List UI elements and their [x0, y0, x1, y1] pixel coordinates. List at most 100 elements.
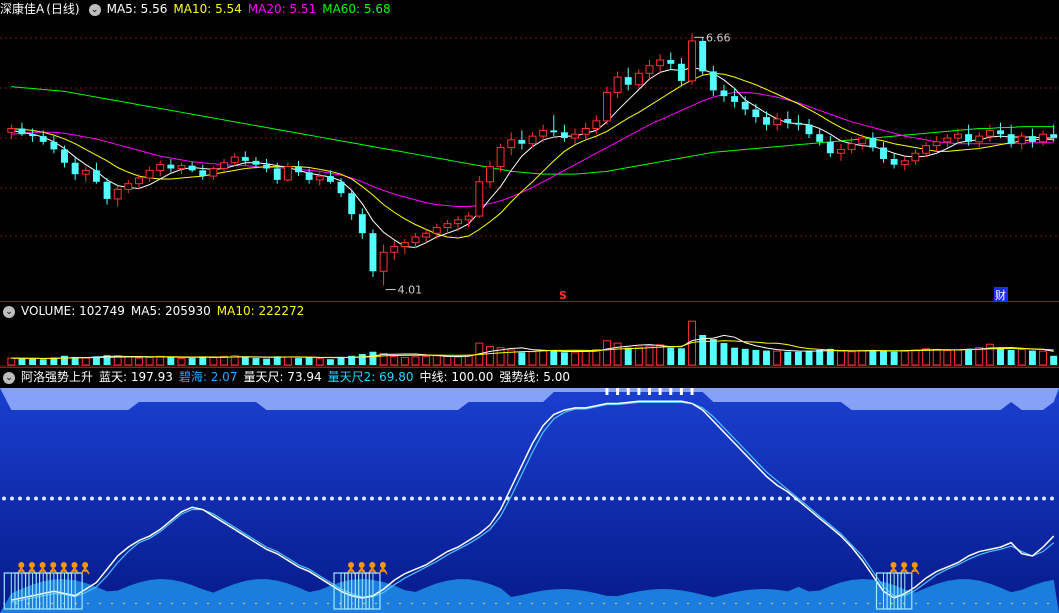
candle-body — [61, 149, 68, 163]
zhongxian-dot — [690, 496, 694, 501]
zhongxian-dot — [50, 496, 54, 501]
volume-bar — [156, 355, 165, 366]
volume-bar — [400, 357, 409, 366]
candle-body — [773, 118, 782, 126]
qiangshixian-dot — [375, 602, 377, 605]
volume-bar — [709, 339, 717, 365]
qiangshixian-dot — [1011, 602, 1013, 605]
qiangshixian-dot — [279, 602, 281, 605]
volume-bar — [816, 350, 824, 365]
stock-name[interactable]: 深康佳A — [0, 2, 44, 16]
zhongxian-dot — [858, 496, 862, 501]
zhongxian-dot — [994, 496, 998, 501]
zhongxian-dot — [426, 496, 430, 501]
zhongxian-dot — [1034, 496, 1038, 501]
qiangshixian-dot — [111, 602, 113, 605]
candle-body — [358, 214, 366, 234]
qiangshixian-dot — [519, 602, 521, 605]
qiangshixian-dot — [951, 602, 953, 605]
zhongxian-dot — [42, 496, 46, 501]
candle-body — [209, 167, 218, 177]
qiangshixian-dot — [255, 602, 257, 605]
qiangshixian-dot — [315, 602, 317, 605]
volume-pane[interactable]: ⌄ VOLUME: 102749 MA5: 205930 MA10: 222272 — [0, 302, 1059, 368]
ma20-value: MA20: 5.51 — [247, 2, 317, 16]
candle-body — [400, 242, 409, 248]
zhongxian-dot — [866, 496, 870, 501]
runner-icon — [911, 562, 918, 568]
indicator-name[interactable]: 阿洛强势上升 — [21, 370, 93, 384]
indicator-chart[interactable] — [0, 368, 1059, 613]
candle-body — [443, 223, 452, 228]
volume-bar — [369, 351, 377, 365]
zhongxian-dot — [778, 496, 782, 501]
zhongxian-dot — [226, 496, 230, 501]
zhongxian-dot — [578, 496, 582, 501]
volume-bar — [199, 356, 207, 365]
indicator-pane[interactable]: ⌄ 阿洛强势上升 蓝天: 197.93 碧海: 2.07 量天尺: 73.94 量天尺2:… — [0, 368, 1059, 613]
zhongxian-dot — [370, 496, 374, 501]
volume-bar — [592, 348, 601, 366]
qiangshixian-dot — [627, 602, 629, 605]
candle-body — [454, 219, 463, 225]
candle-body — [145, 169, 154, 179]
candle-body — [847, 143, 856, 150]
zhongxian-dot — [714, 496, 718, 501]
zhongxian-dot — [394, 496, 398, 501]
candle-body — [220, 162, 229, 169]
volume-bar — [634, 346, 643, 366]
volume-bar — [826, 348, 834, 365]
candle-body — [539, 129, 548, 137]
price-pane[interactable]: 6.66 4.01 S 财 深康佳A (日线) ⌄ MA5: 5.56 MA10: 5.54 M… — [0, 0, 1059, 302]
zhongxian-dot — [562, 496, 566, 501]
volume-bar — [1017, 348, 1026, 366]
zhongxian-dot — [834, 496, 838, 501]
volume-bar — [953, 349, 962, 366]
collapse-icon[interactable]: ⌄ — [3, 371, 15, 384]
candle-body — [39, 136, 47, 142]
candle-body — [932, 141, 941, 147]
candle-body — [550, 130, 558, 133]
candle-body — [81, 169, 90, 175]
qiangshixian-dot — [363, 602, 365, 605]
candle-body — [656, 59, 665, 67]
runner-icon — [379, 562, 386, 568]
zhongxian-dot — [602, 496, 606, 501]
volume-bar — [656, 344, 665, 366]
qiangshixian-dot — [435, 602, 437, 605]
zhongxian-dot — [122, 496, 126, 501]
zhongxian-dot — [594, 496, 598, 501]
qiangshixian-dot — [711, 602, 713, 605]
candle-body — [645, 65, 654, 74]
zhongxian-dot — [298, 496, 302, 501]
zhongxian-dot — [138, 496, 142, 501]
zhongxian-dot — [466, 496, 470, 501]
qiangshixian-dot — [771, 602, 773, 605]
candle-body — [997, 130, 1004, 135]
candle-body — [518, 139, 526, 144]
qiangshixian-dot — [819, 602, 821, 605]
candle-body — [113, 188, 122, 200]
zhongxian-dot — [330, 496, 334, 501]
volume-bar — [167, 357, 175, 365]
candle-body — [900, 160, 909, 166]
qiangshixian-dot — [447, 602, 449, 605]
collapse-icon[interactable]: ⌄ — [3, 305, 15, 318]
collapse-icon[interactable]: ⌄ — [88, 3, 101, 16]
zhongxian-dot — [234, 496, 238, 501]
qiangshixian-dot — [135, 602, 137, 605]
zhongxian-dot — [290, 496, 294, 501]
qiangshixian-dot — [195, 602, 197, 605]
strong-zone-tick — [637, 388, 641, 395]
volume-bar — [613, 342, 622, 366]
indicator-header: ⌄ 阿洛强势上升 蓝天: 197.93 碧海: 2.07 量天尺: 73.94 量天尺2:… — [0, 368, 1059, 386]
period-label[interactable]: (日线) — [46, 2, 79, 16]
zhongxian-dot — [1002, 496, 1006, 501]
zhongxian-dot — [162, 496, 166, 501]
zhongxian-dot — [666, 496, 670, 501]
zhongxian-dot — [762, 496, 766, 501]
price-chart[interactable]: 6.664.01 S 财 — [0, 0, 1059, 302]
lantian-value: 蓝天: 197.93 — [99, 370, 173, 384]
qiangshixian-dot — [783, 602, 785, 605]
liangtianchi2-value: 量天尺2: 69.80 — [327, 370, 414, 384]
